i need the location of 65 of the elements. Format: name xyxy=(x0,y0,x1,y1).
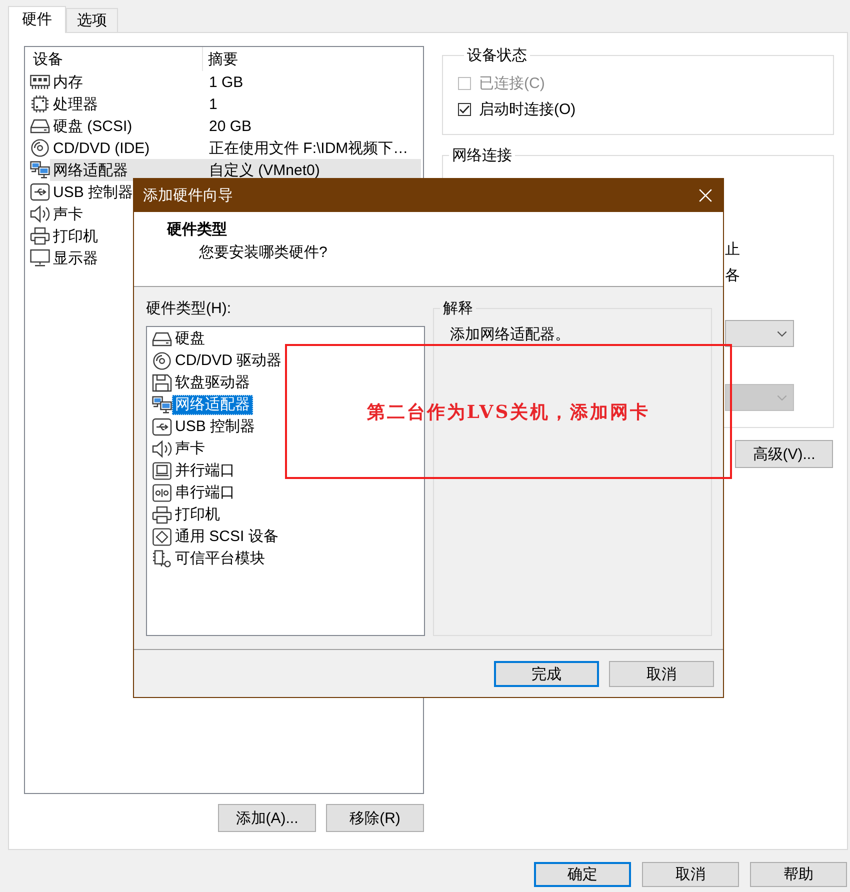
device-row[interactable]: USB 控制器 xyxy=(50,181,136,203)
hardware-type-option[interactable]: 软盘驱动器 xyxy=(172,373,253,393)
device-row[interactable]: 内存 1 GB xyxy=(50,71,421,93)
network-icon xyxy=(152,396,172,414)
scsi-icon xyxy=(152,528,172,546)
tab[interactable]: 硬件 xyxy=(8,6,66,33)
usb-icon xyxy=(30,183,50,201)
dialog-button[interactable]: 取消 xyxy=(642,862,739,887)
hardware-type-option[interactable]: 网络适配器 xyxy=(172,395,253,415)
speaker-icon xyxy=(152,440,172,458)
usb-icon xyxy=(152,418,172,436)
checkbox-label[interactable]: 启动时连接(O) xyxy=(479,100,576,118)
dialog-button[interactable]: 完成 xyxy=(494,661,599,687)
explanation-text: 添加网络适配器。 xyxy=(450,325,571,345)
dialog-button[interactable]: 确定 xyxy=(534,862,631,887)
printer-icon xyxy=(152,506,172,524)
dialog-title: 添加硬件向导 xyxy=(143,186,233,205)
hardware-type-option[interactable]: 硬盘 xyxy=(172,329,208,349)
device-row[interactable]: CD/DVD (IDE) 正在使用文件 F:\IDM视频下… xyxy=(50,137,421,159)
chip-icon xyxy=(30,95,50,113)
chip-key-icon xyxy=(152,550,172,568)
network-icon xyxy=(30,161,50,179)
device-row[interactable]: 处理器 1 xyxy=(50,93,421,115)
hard-drive-icon xyxy=(30,117,50,135)
device-button[interactable]: 添加(A)... xyxy=(218,804,316,832)
chevron-down-icon xyxy=(777,394,787,400)
dialog-button[interactable]: 帮助 xyxy=(750,862,847,887)
partial-label: 各 xyxy=(725,266,740,286)
hard-drive-icon xyxy=(152,330,172,348)
speaker-icon xyxy=(30,205,50,223)
dialog-button[interactable]: 取消 xyxy=(609,661,714,687)
close-icon[interactable] xyxy=(699,189,712,202)
device-row[interactable]: 硬盘 (SCSI) 20 GB xyxy=(50,115,421,137)
memory-icon xyxy=(30,73,50,91)
device-row[interactable]: 显示器 xyxy=(50,247,101,269)
wizard-subheading: 您要安装哪类硬件? xyxy=(199,243,328,263)
chevron-down-icon xyxy=(777,330,787,336)
column-header[interactable]: 设备 xyxy=(25,47,203,71)
hardware-type-option[interactable]: 并行端口 xyxy=(172,461,238,481)
advanced-button[interactable]: 高级(V)... xyxy=(735,440,833,468)
disc-icon xyxy=(30,139,50,157)
checkbox[interactable] xyxy=(458,102,471,116)
monitor-icon xyxy=(30,249,50,267)
hardware-type-option[interactable]: 通用 SCSI 设备 xyxy=(172,527,282,547)
check-icon xyxy=(459,104,470,114)
hardware-type-option[interactable]: CD/DVD 驱动器 xyxy=(172,351,285,371)
list-label: 硬件类型(H): xyxy=(146,299,232,319)
dropdown[interactable] xyxy=(725,320,794,347)
serial-port-icon xyxy=(152,484,172,502)
hardware-type-option[interactable]: 串行端口 xyxy=(172,483,238,503)
wizard-heading: 硬件类型 xyxy=(167,220,228,240)
printer-icon xyxy=(30,227,50,245)
tab[interactable]: 选项 xyxy=(66,8,118,32)
device-row[interactable]: 声卡 xyxy=(50,203,86,225)
disc-icon xyxy=(152,352,172,370)
column-header[interactable]: 摘要 xyxy=(203,47,423,71)
hardware-type-option[interactable]: USB 控制器 xyxy=(172,417,258,437)
device-row[interactable]: 打印机 xyxy=(50,225,101,247)
hardware-type-option[interactable]: 声卡 xyxy=(172,439,208,459)
hardware-type-option[interactable]: 打印机 xyxy=(172,505,223,525)
device-button[interactable]: 移除(R) xyxy=(326,804,424,832)
partial-label: 止 xyxy=(725,240,740,260)
parallel-port-icon xyxy=(152,462,172,480)
floppy-icon xyxy=(152,374,172,392)
hardware-type-option[interactable]: 可信平台模块 xyxy=(172,549,268,569)
